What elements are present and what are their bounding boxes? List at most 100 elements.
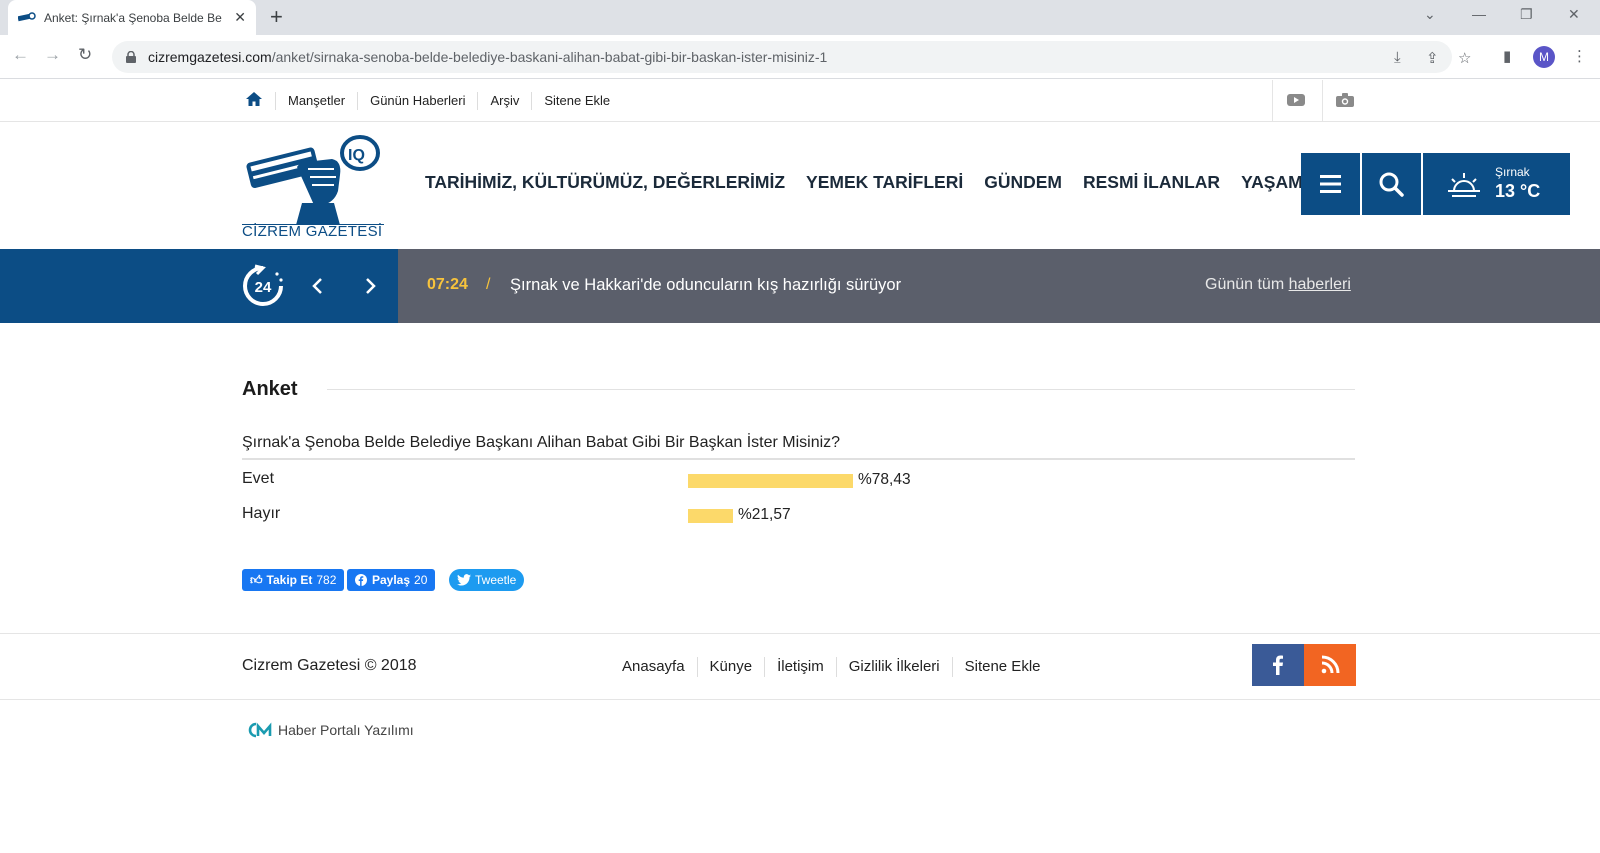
footer-link-gizlilik[interactable]: Gizlilik İlkeleri xyxy=(835,657,952,677)
facebook-share-button[interactable]: Paylaş 20 xyxy=(347,569,436,591)
install-icon[interactable]: ⤓ xyxy=(1394,49,1401,66)
vendor-logo-icon xyxy=(248,722,272,738)
poll-question: Şırnak'a Şenoba Belde Belediye Başkanı A… xyxy=(242,434,841,451)
rss-icon xyxy=(1321,655,1340,674)
chevron-left-icon[interactable] xyxy=(310,276,326,296)
twitter-bird-icon xyxy=(457,574,471,586)
url-host: cizremgazetesi.com xyxy=(148,49,272,65)
svg-text:IQ: IQ xyxy=(348,147,365,164)
footer-links: Anasayfa Künye İletişim Gizlilik İlkeler… xyxy=(610,657,1053,677)
facebook-icon xyxy=(1273,655,1283,675)
top-nav-link-gunun-haberleri[interactable]: Günün Haberleri xyxy=(357,92,477,110)
tab-search-icon[interactable]: ⌄ xyxy=(1424,6,1436,23)
ticker-controls: 24 xyxy=(0,249,398,323)
restore-icon[interactable]: ❐ xyxy=(1520,6,1533,23)
camera-icon[interactable] xyxy=(1336,92,1354,108)
news-ticker: 24 07:24 / Şırnak ve Hakkari'de oduncula… xyxy=(0,249,1600,323)
footer-link-sitene-ekle[interactable]: Sitene Ekle xyxy=(951,657,1053,677)
poll-heading: Anket xyxy=(242,378,298,400)
site-footer: Cizrem Gazetesi © 2018 Anasayfa Künye İl… xyxy=(0,633,1600,700)
main-nav-item-gundem[interactable]: GÜNDEM xyxy=(984,172,1062,193)
bookmark-star-icon[interactable]: ☆ xyxy=(1458,49,1471,67)
all-news-link[interactable]: Günün tüm haberleri xyxy=(1205,276,1351,294)
weather-temperature: 13 °C xyxy=(1495,181,1541,201)
powered-by[interactable]: Haber Portalı Yazılımı xyxy=(247,722,414,738)
follow-count: 782 xyxy=(316,573,337,587)
close-window-icon[interactable]: ✕ xyxy=(1568,6,1580,23)
ticker-time: 07:24 xyxy=(427,276,468,293)
browser-menu-icon[interactable]: ⋮ xyxy=(1572,47,1587,65)
poll-result-bar xyxy=(688,474,853,488)
tweet-button[interactable]: Tweetle xyxy=(449,569,525,591)
home-icon[interactable] xyxy=(246,92,262,106)
browser-toolbar: ← → ↻ cizremgazetesi.com/anket/sirnaka-s… xyxy=(0,35,1600,79)
search-icon xyxy=(1379,172,1404,197)
divider xyxy=(1272,80,1273,122)
logo-text: CİZREM GAZETESİ xyxy=(242,223,383,240)
facebook-follow-button[interactable]: 👍︎ Takip Et 782 xyxy=(242,569,345,591)
menu-button[interactable] xyxy=(1301,153,1360,215)
weather-city: Şırnak xyxy=(1495,165,1530,179)
footer-rss-button[interactable] xyxy=(1304,644,1356,686)
close-tab-icon[interactable]: ✕ xyxy=(234,9,246,25)
share-label: Paylaş xyxy=(372,573,411,587)
main-nav-item-resmi-ilanlar[interactable]: RESMİ İLANLAR xyxy=(1083,172,1220,193)
footer-link-anasayfa[interactable]: Anasayfa xyxy=(610,657,697,677)
top-nav-link-mansetler[interactable]: Manşetler xyxy=(275,92,357,110)
address-bar[interactable]: cizremgazetesi.com/anket/sirnaka-senoba-… xyxy=(112,41,1471,73)
all-news-link-text[interactable]: haberleri xyxy=(1289,276,1351,293)
url-path: /anket/sirnaka-senoba-belde-belediye-bas… xyxy=(271,49,828,65)
poll-option-label: Evet xyxy=(242,470,275,487)
new-tab-icon[interactable]: + xyxy=(270,5,283,29)
main-nav-item-tarihimiz[interactable]: TARİHİMİZ, KÜLTÜRÜMÜZ, DEĞERLERİMİZ xyxy=(425,172,785,193)
back-icon[interactable]: ← xyxy=(12,45,29,65)
ticker-badge: 24 xyxy=(255,279,272,296)
ticker-separator: / xyxy=(486,276,491,293)
follow-label: Takip Et xyxy=(266,573,313,587)
footer-link-kunye[interactable]: Künye xyxy=(696,657,765,677)
site-header: IQ CİZREM GAZETESİ TARİHİMİZ, KÜLTÜRÜMÜZ… xyxy=(0,122,1600,249)
main-nav: TARİHİMİZ, KÜLTÜRÜMÜZ, DEĞERLERİMİZ YEME… xyxy=(425,172,1303,193)
reload-icon[interactable]: ↻ xyxy=(78,45,92,65)
share-count: 20 xyxy=(414,573,428,587)
footer-facebook-button[interactable] xyxy=(1252,644,1304,686)
weather-sunrise-icon xyxy=(1448,173,1480,197)
side-panel-icon[interactable]: ▮ xyxy=(1503,47,1511,65)
divider xyxy=(1322,80,1323,122)
ticker-headline[interactable]: Şırnak ve Hakkari'de oduncuların kış haz… xyxy=(510,276,901,295)
poll-option-label: Hayır xyxy=(242,505,281,522)
search-button[interactable] xyxy=(1362,153,1421,215)
profile-avatar[interactable]: M xyxy=(1533,46,1555,68)
top-nav-link-sitene-ekle[interactable]: Sitene Ekle xyxy=(531,92,622,110)
chevron-right-icon[interactable] xyxy=(362,276,378,296)
thumbs-up-icon: 👍︎ xyxy=(250,572,263,587)
logo-emblem-icon: IQ xyxy=(242,135,384,226)
powered-by-text: Haber Portalı Yazılımı xyxy=(278,722,414,738)
divider xyxy=(242,458,1355,460)
poll-result-bar xyxy=(688,509,733,523)
site-favicon-icon xyxy=(18,11,36,21)
youtube-icon[interactable] xyxy=(1287,92,1305,108)
all-news-prefix: Günün tüm xyxy=(1205,276,1289,293)
top-nav-links: Manşetler Günün Haberleri Arşiv Sitene E… xyxy=(275,80,622,122)
tab-title: Anket: Şırnak'a Şenoba Belde Be xyxy=(44,10,222,25)
browser-tab-bar: Anket: Şırnak'a Şenoba Belde Be ✕ + ⌄ — … xyxy=(0,0,1600,35)
minimize-icon[interactable]: — xyxy=(1472,6,1486,22)
share-icon[interactable]: ⇪ xyxy=(1426,49,1439,67)
poll-result-percent: %21,57 xyxy=(738,506,791,523)
facebook-icon xyxy=(355,574,367,586)
lock-icon xyxy=(126,51,136,63)
footer-link-iletisim[interactable]: İletişim xyxy=(764,657,836,677)
forward-icon[interactable]: → xyxy=(44,45,61,65)
main-nav-item-yasam[interactable]: YAŞAM xyxy=(1241,172,1303,193)
weather-widget[interactable]: Şırnak 13 °C xyxy=(1423,153,1570,215)
hamburger-icon xyxy=(1320,175,1341,193)
site-logo[interactable]: IQ CİZREM GAZETESİ xyxy=(242,129,384,240)
poll-result-percent: %78,43 xyxy=(858,471,911,488)
browser-tab[interactable]: Anket: Şırnak'a Şenoba Belde Be ✕ xyxy=(8,0,256,35)
main-nav-item-yemek-tarifleri[interactable]: YEMEK TARİFLERİ xyxy=(806,172,963,193)
copyright-text: Cizrem Gazetesi © 2018 xyxy=(242,657,417,674)
divider xyxy=(327,389,1355,390)
tweet-label: Tweetle xyxy=(475,573,517,587)
top-nav-link-arsiv[interactable]: Arşiv xyxy=(477,92,531,110)
